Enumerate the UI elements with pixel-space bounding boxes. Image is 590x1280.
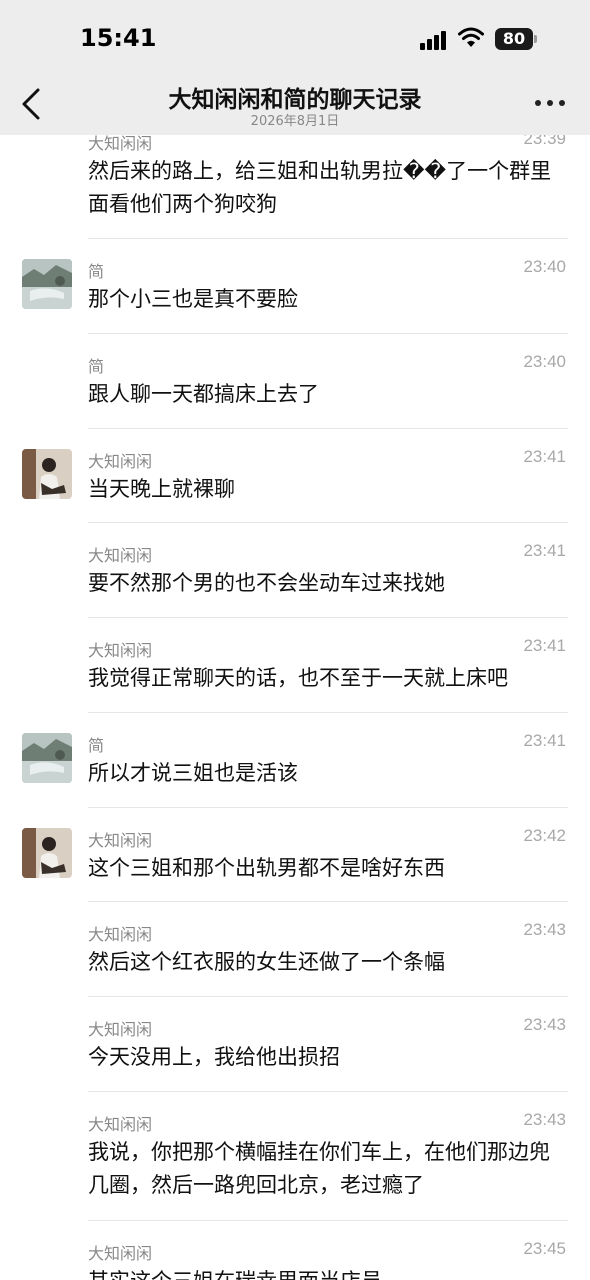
message-text: 其实这个三姐在瑞幸里面当店员 [88, 1265, 568, 1280]
battery-tip [534, 35, 537, 43]
sender-name: 简 [88, 736, 105, 755]
divider [88, 428, 568, 429]
back-button[interactable] [18, 86, 44, 122]
message-time: 23:43 [523, 920, 566, 939]
avatar-jian[interactable] [22, 259, 72, 309]
message-time: 23:40 [523, 352, 566, 371]
divider [88, 712, 568, 713]
message-text: 要不然那个男的也不会坐动车过来找她 [88, 571, 445, 595]
sender-name: 大知闲闲 [88, 546, 153, 565]
message-text: 然后来的路上，给三姐和出轨男拉��了一个群里面看他们两个狗咬狗 [88, 159, 552, 216]
message-text: 跟人聊一天都搞床上去了 [88, 382, 319, 406]
more-dots-icon [535, 100, 541, 106]
page-title: 大知闲闲和简的聊天记录 [168, 87, 422, 113]
message-time: 23:42 [523, 826, 566, 845]
message-time: 23:43 [523, 1110, 566, 1129]
divider [88, 238, 568, 239]
message-time: 23:41 [523, 731, 566, 750]
message-time: 23:43 [523, 1015, 566, 1034]
message-text: 当天晚上就裸聊 [88, 477, 235, 501]
message-text: 那个小三也是真不要脸 [88, 287, 298, 311]
message-time: 23:41 [523, 541, 566, 560]
message-text: 然后这个红衣服的女生还做了一个条幅 [88, 950, 445, 974]
divider [88, 522, 568, 523]
divider [88, 807, 568, 808]
divider [88, 901, 568, 902]
message-text: 我觉得正常聊天的话，也不至于一天就上床吧 [88, 666, 508, 690]
navigation-header: 15:41 80 大知闲闲和简的聊天记录 2026年8月1日 [0, 0, 590, 135]
message-text: 这个三姐和那个出轨男都不是啥好东西 [88, 856, 445, 880]
avatar-jian[interactable] [22, 733, 72, 783]
sender-name: 大知闲闲 [88, 831, 153, 850]
sender-name: 大知闲闲 [88, 1020, 153, 1039]
status-time: 15:41 [80, 24, 157, 52]
wifi-icon [457, 27, 485, 49]
sender-name: 大知闲闲 [88, 641, 153, 660]
divider [88, 1091, 568, 1092]
avatar-dazhixianxian[interactable] [22, 449, 72, 499]
sender-name: 大知闲闲 [88, 925, 153, 944]
sender-name: 简 [88, 262, 105, 281]
page-subtitle: 2026年8月1日 [250, 114, 340, 129]
message-time: 23:45 [523, 1239, 566, 1258]
message-list: 大知闲闲 23:39 然后来的路上，给三姐和出轨男拉��了一个群里面看他们两个狗… [0, 0, 590, 1280]
battery-icon: 80 [495, 28, 533, 50]
sender-name: 大知闲闲 [88, 1244, 153, 1263]
divider [88, 996, 568, 997]
message-time: 23:41 [523, 636, 566, 655]
sender-name: 大知闲闲 [88, 1115, 153, 1134]
message-text: 我说，你把那个横幅挂在你们车上，在他们那边兜几圈，然后一路兜回北京，老过瘾了 [88, 1140, 550, 1197]
sender-name: 简 [88, 357, 105, 376]
message-time: 23:40 [523, 257, 566, 276]
list-item: 大知闲闲 23:45 其实这个三姐在瑞幸里面当店员 [0, 1220, 590, 1280]
more-button[interactable] [535, 100, 565, 108]
sender-name: 大知闲闲 [88, 452, 153, 471]
chevron-left-icon [22, 88, 40, 120]
message-time: 23:41 [523, 447, 566, 466]
divider [88, 333, 568, 334]
message-text: 今天没用上，我给他出损招 [88, 1045, 340, 1069]
avatar-dazhixianxian[interactable] [22, 828, 72, 878]
cellular-signal-icon [420, 30, 450, 50]
message-text: 所以才说三姐也是活该 [88, 761, 298, 785]
divider [88, 617, 568, 618]
